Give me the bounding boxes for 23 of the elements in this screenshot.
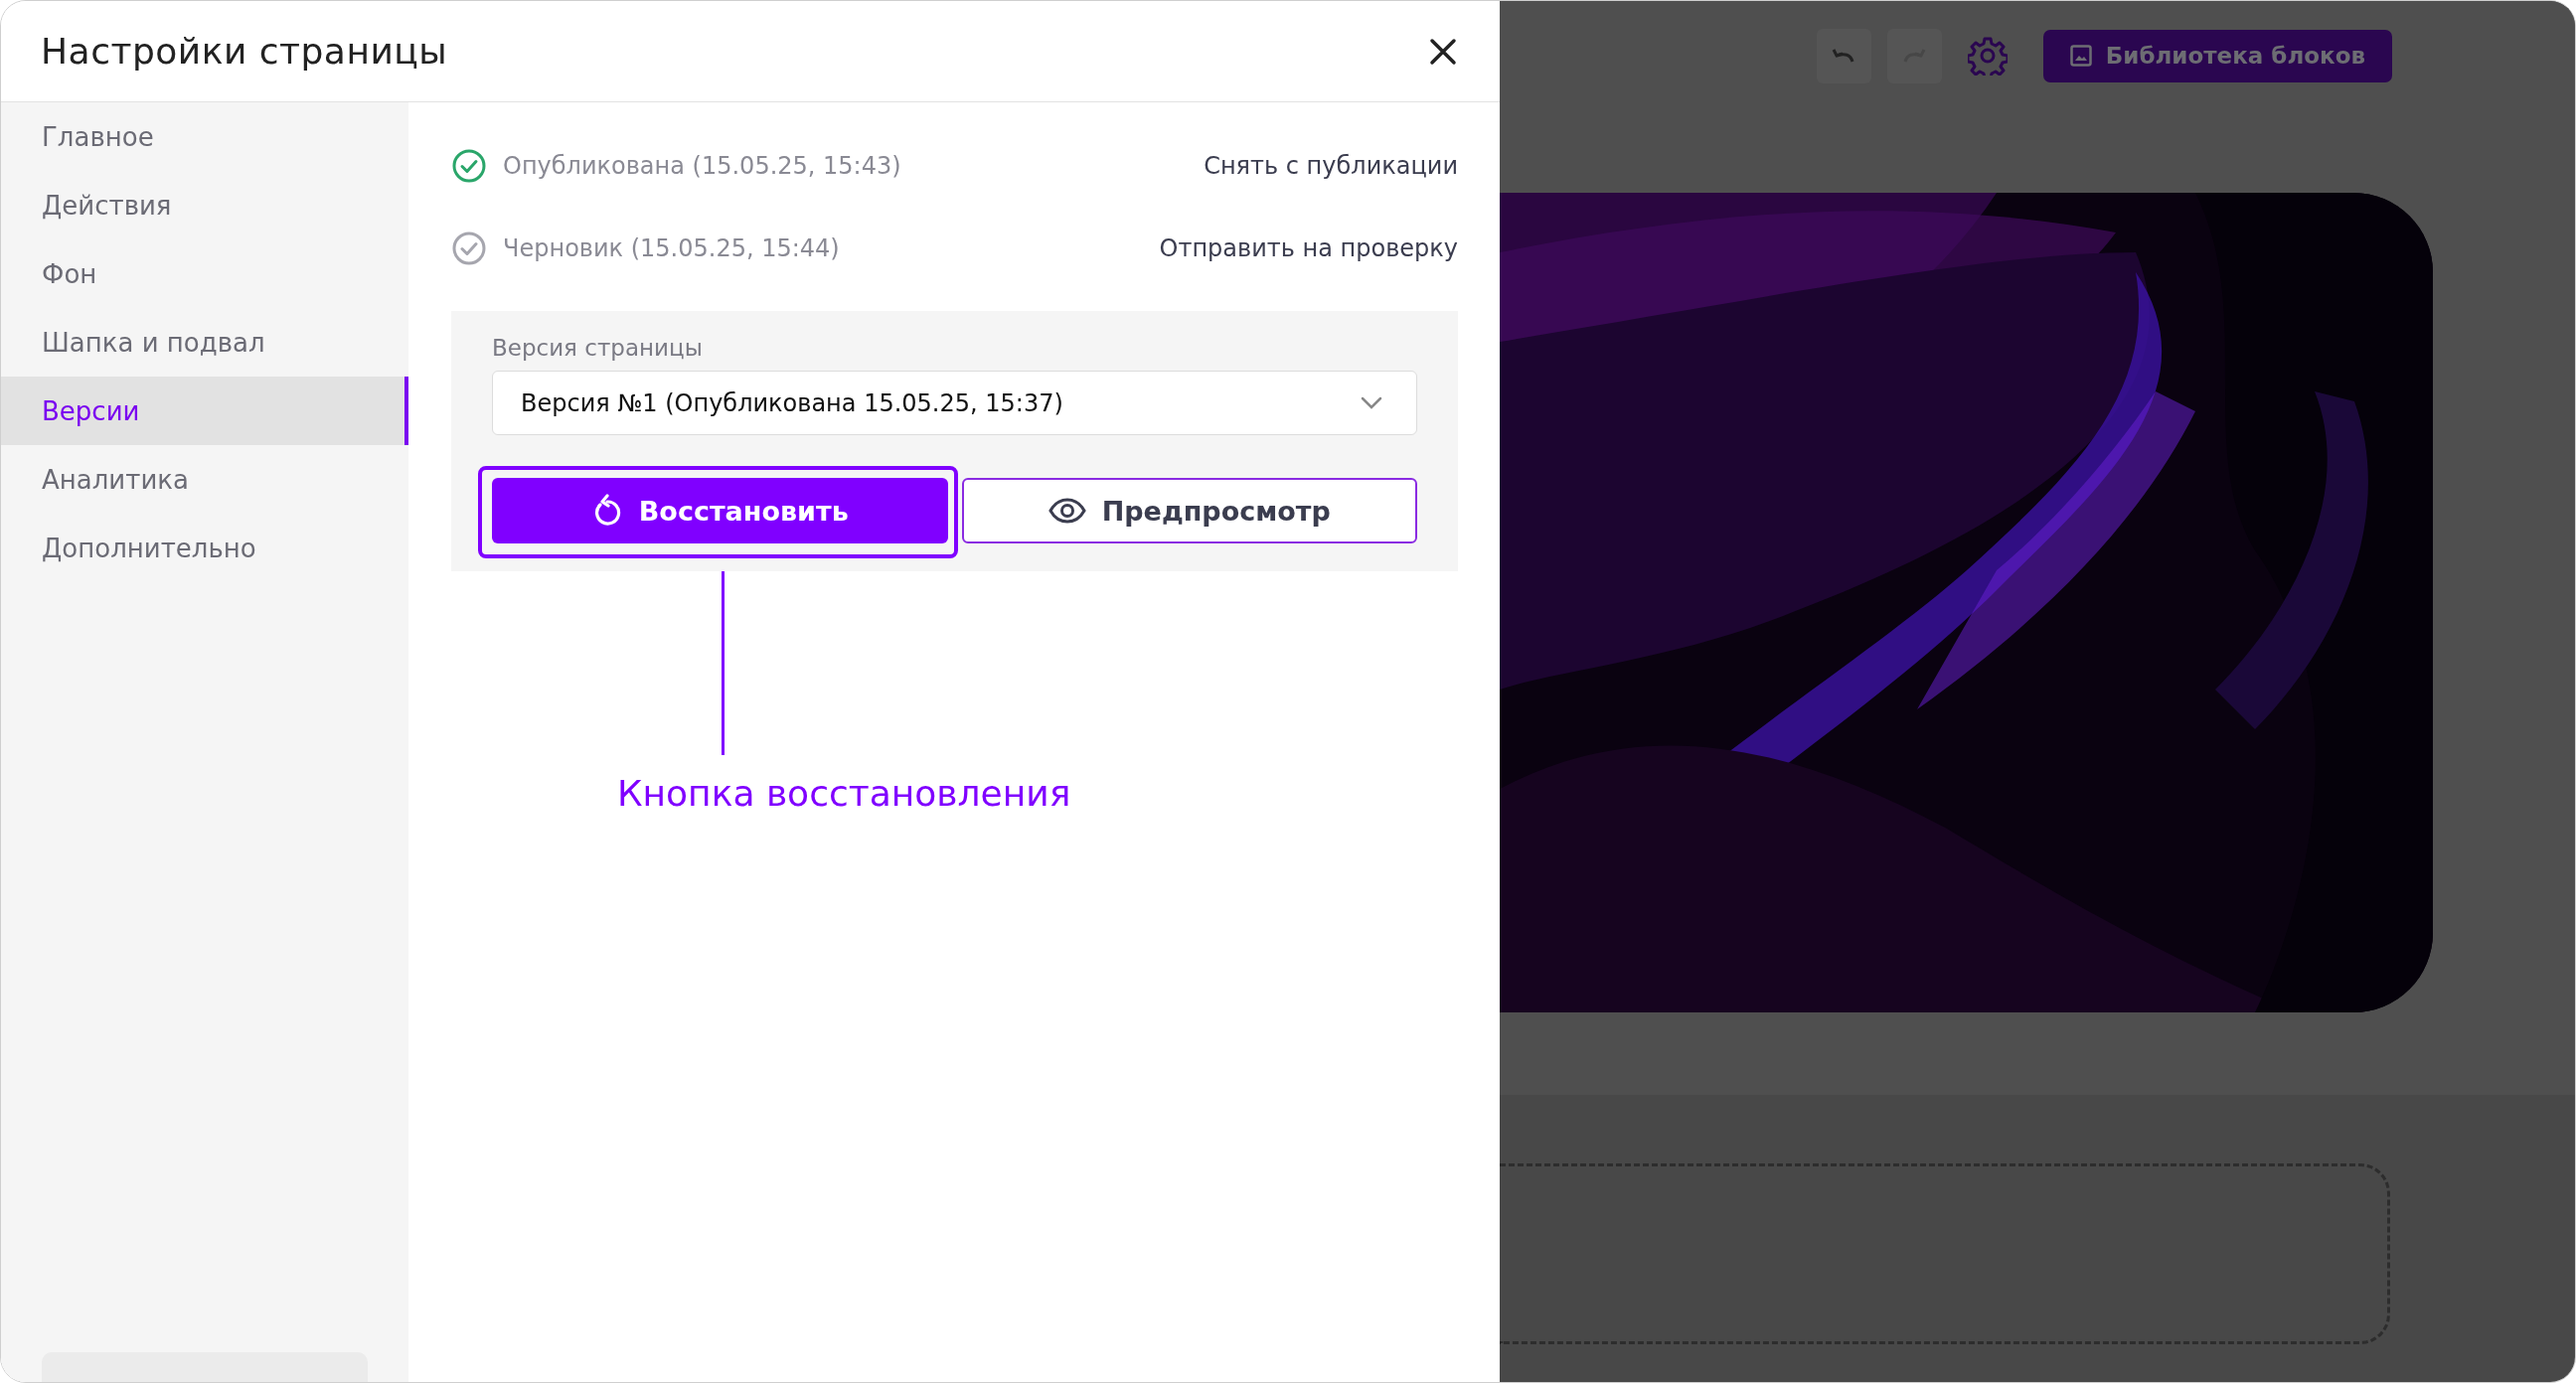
sidebar-item[interactable]: Шапка и подвал: [1, 308, 408, 377]
block-library-button[interactable]: Библиотека блоков: [2042, 29, 2392, 82]
undo-button[interactable]: [1816, 28, 1871, 83]
settings-icon[interactable]: [1967, 36, 2008, 76]
restore-button[interactable]: Восстановить: [492, 478, 948, 543]
sidebar-item[interactable]: Дополнительно: [1, 514, 408, 582]
image-icon: [2069, 45, 2092, 67]
field-label: Версия страницы: [492, 335, 704, 361]
version-dropdown[interactable]: Версия №1 (Опубликована 15.05.25, 15:37): [492, 371, 1417, 435]
sidebar-item[interactable]: Версии: [1, 377, 408, 445]
chevron-down-icon: [1361, 395, 1382, 410]
sidebar-item[interactable]: Аналитика: [1, 445, 408, 514]
preview-button[interactable]: Предпросмотр: [961, 478, 1417, 543]
status-action-link[interactable]: Снять с публикации: [1204, 151, 1458, 180]
sidebar-item[interactable]: Главное: [1, 102, 408, 171]
annotation-text: Кнопка восстановления: [617, 773, 1071, 814]
status-action-link[interactable]: Отправить на проверку: [1159, 233, 1458, 262]
sidebar-item[interactable]: Фон: [1, 239, 408, 308]
status-label: Черновик (15.05.25, 15:44): [503, 233, 840, 262]
sidebar-item[interactable]: Действия: [1, 171, 408, 239]
status-label: Опубликована (15.05.25, 15:43): [503, 151, 901, 180]
eye-icon: [1047, 498, 1086, 524]
dialog-title: Настройки страницы: [41, 31, 448, 72]
